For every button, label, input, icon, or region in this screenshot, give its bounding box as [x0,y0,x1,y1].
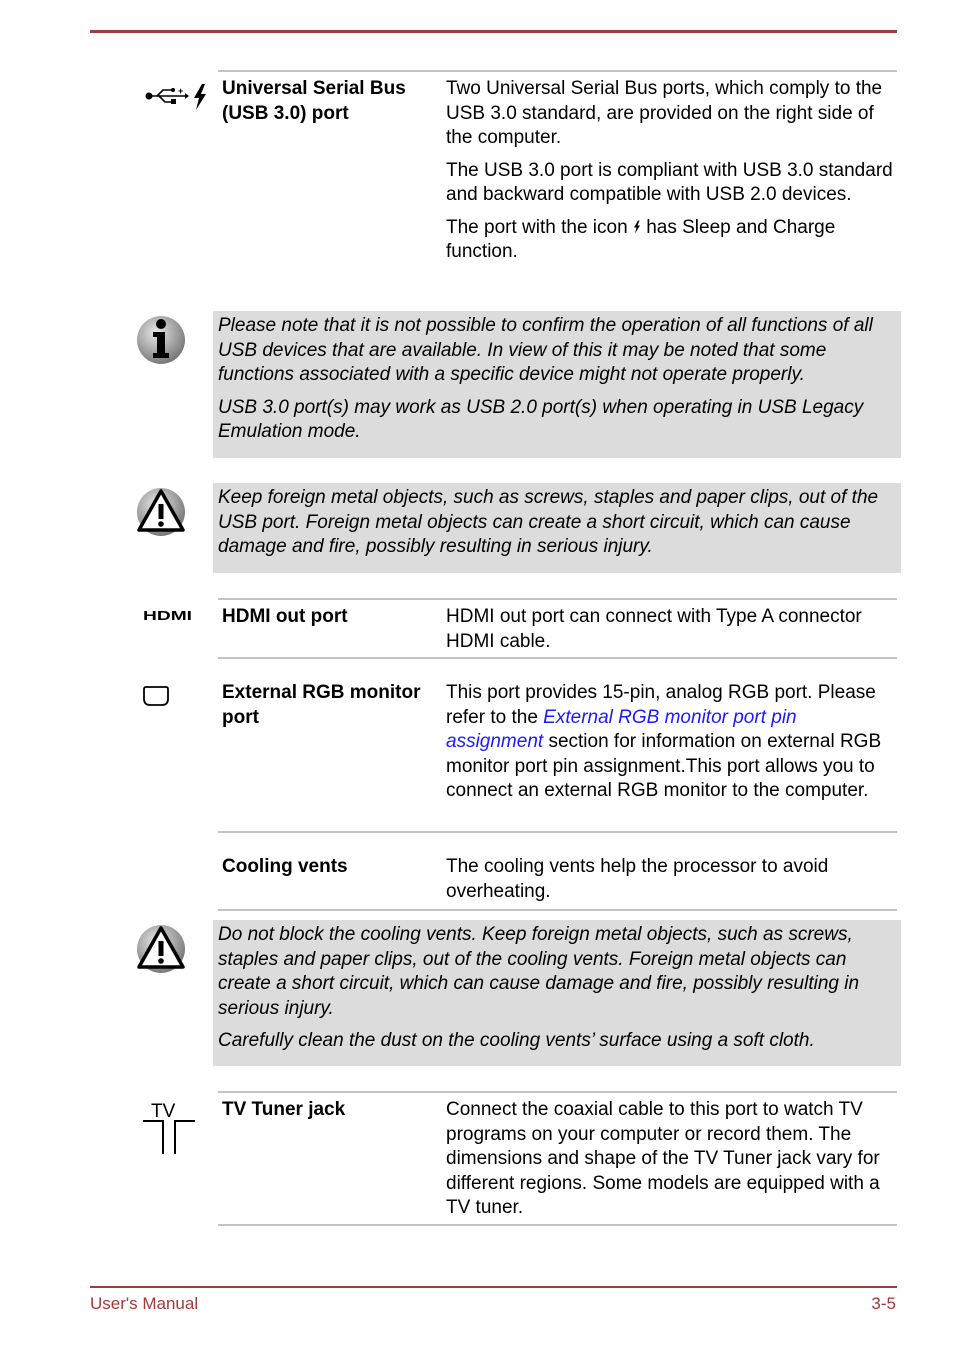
footer-manual-title: User's Manual [90,1294,199,1313]
page-number: 3-5 [871,1294,896,1313]
port-term: Universal Serial Bus (USB 3.0) port [222,78,406,124]
paragraph: HDMI out port can connect with Type A co… [446,606,862,652]
small-lightning-icon [633,217,641,238]
svg-text:TV: TV [151,1101,176,1122]
port-description: The cooling vents help the processor to … [446,855,896,912]
lightning-icon [192,84,208,115]
port-description: Two Universal Serial Bus ports, which co… [446,77,896,273]
info-note: Please note that it is not possible to c… [213,311,901,458]
tv-tuner-icon: TV [142,1100,196,1161]
usb-icon: + [145,86,189,111]
warning-icon [136,487,186,542]
port-row-tv-tuner: TV Tuner jack Connect the coaxial cable … [218,1091,897,1226]
rgb-monitor-icon [142,685,170,712]
port-term: External RGB monitor port [222,682,421,728]
warning-note-usb: Keep foreign metal objects, such as scre… [213,483,901,573]
footer-rule [90,1286,897,1288]
note-paragraph: Carefully clean the dust on the cooling … [218,1030,815,1051]
port-description: Connect the coaxial cable to this port t… [446,1098,896,1229]
port-term: TV Tuner jack [222,1099,346,1120]
port-row-rgb: External RGB monitor port This port prov… [218,657,897,833]
paragraph: Connect the coaxial cable to this port t… [446,1099,880,1218]
warning-note-cooling: Do not block the cooling vents. Keep for… [213,920,901,1066]
port-row-usb: Universal Serial Bus (USB 3.0) port Two … [218,70,897,294]
paragraph: Two Universal Serial Bus ports, which co… [446,78,883,148]
paragraph: The cooling vents help the processor to … [446,856,829,902]
hdmi-icon: HDMI [143,608,193,627]
svg-text:HDMI: HDMI [143,608,192,622]
port-description: This port provides 15-pin, analog RGB po… [446,682,882,801]
port-term: Cooling vents [222,856,348,877]
note-paragraph: USB 3.0 port(s) may work as USB 2.0 port… [218,396,864,443]
header-rule [90,30,897,33]
paragraph: The port with the icon has Sleep and Cha… [446,216,836,263]
note-paragraph: Keep foreign metal objects, such as scre… [218,487,879,557]
port-description: HDMI out port can connect with Type A co… [446,605,896,662]
warning-icon [136,924,186,979]
info-icon [136,315,186,370]
note-paragraph: Do not block the cooling vents. Keep for… [218,924,860,1019]
paragraph: The USB 3.0 port is compliant with USB 3… [446,159,893,206]
port-row-cooling-vents: Cooling vents The cooling vents help the… [218,831,897,911]
port-term: HDMI out port [222,606,348,627]
svg-text:+: + [178,86,183,96]
port-row-hdmi: HDMI out port HDMI out port can connect … [218,598,897,658]
note-paragraph: Please note that it is not possible to c… [218,315,873,385]
